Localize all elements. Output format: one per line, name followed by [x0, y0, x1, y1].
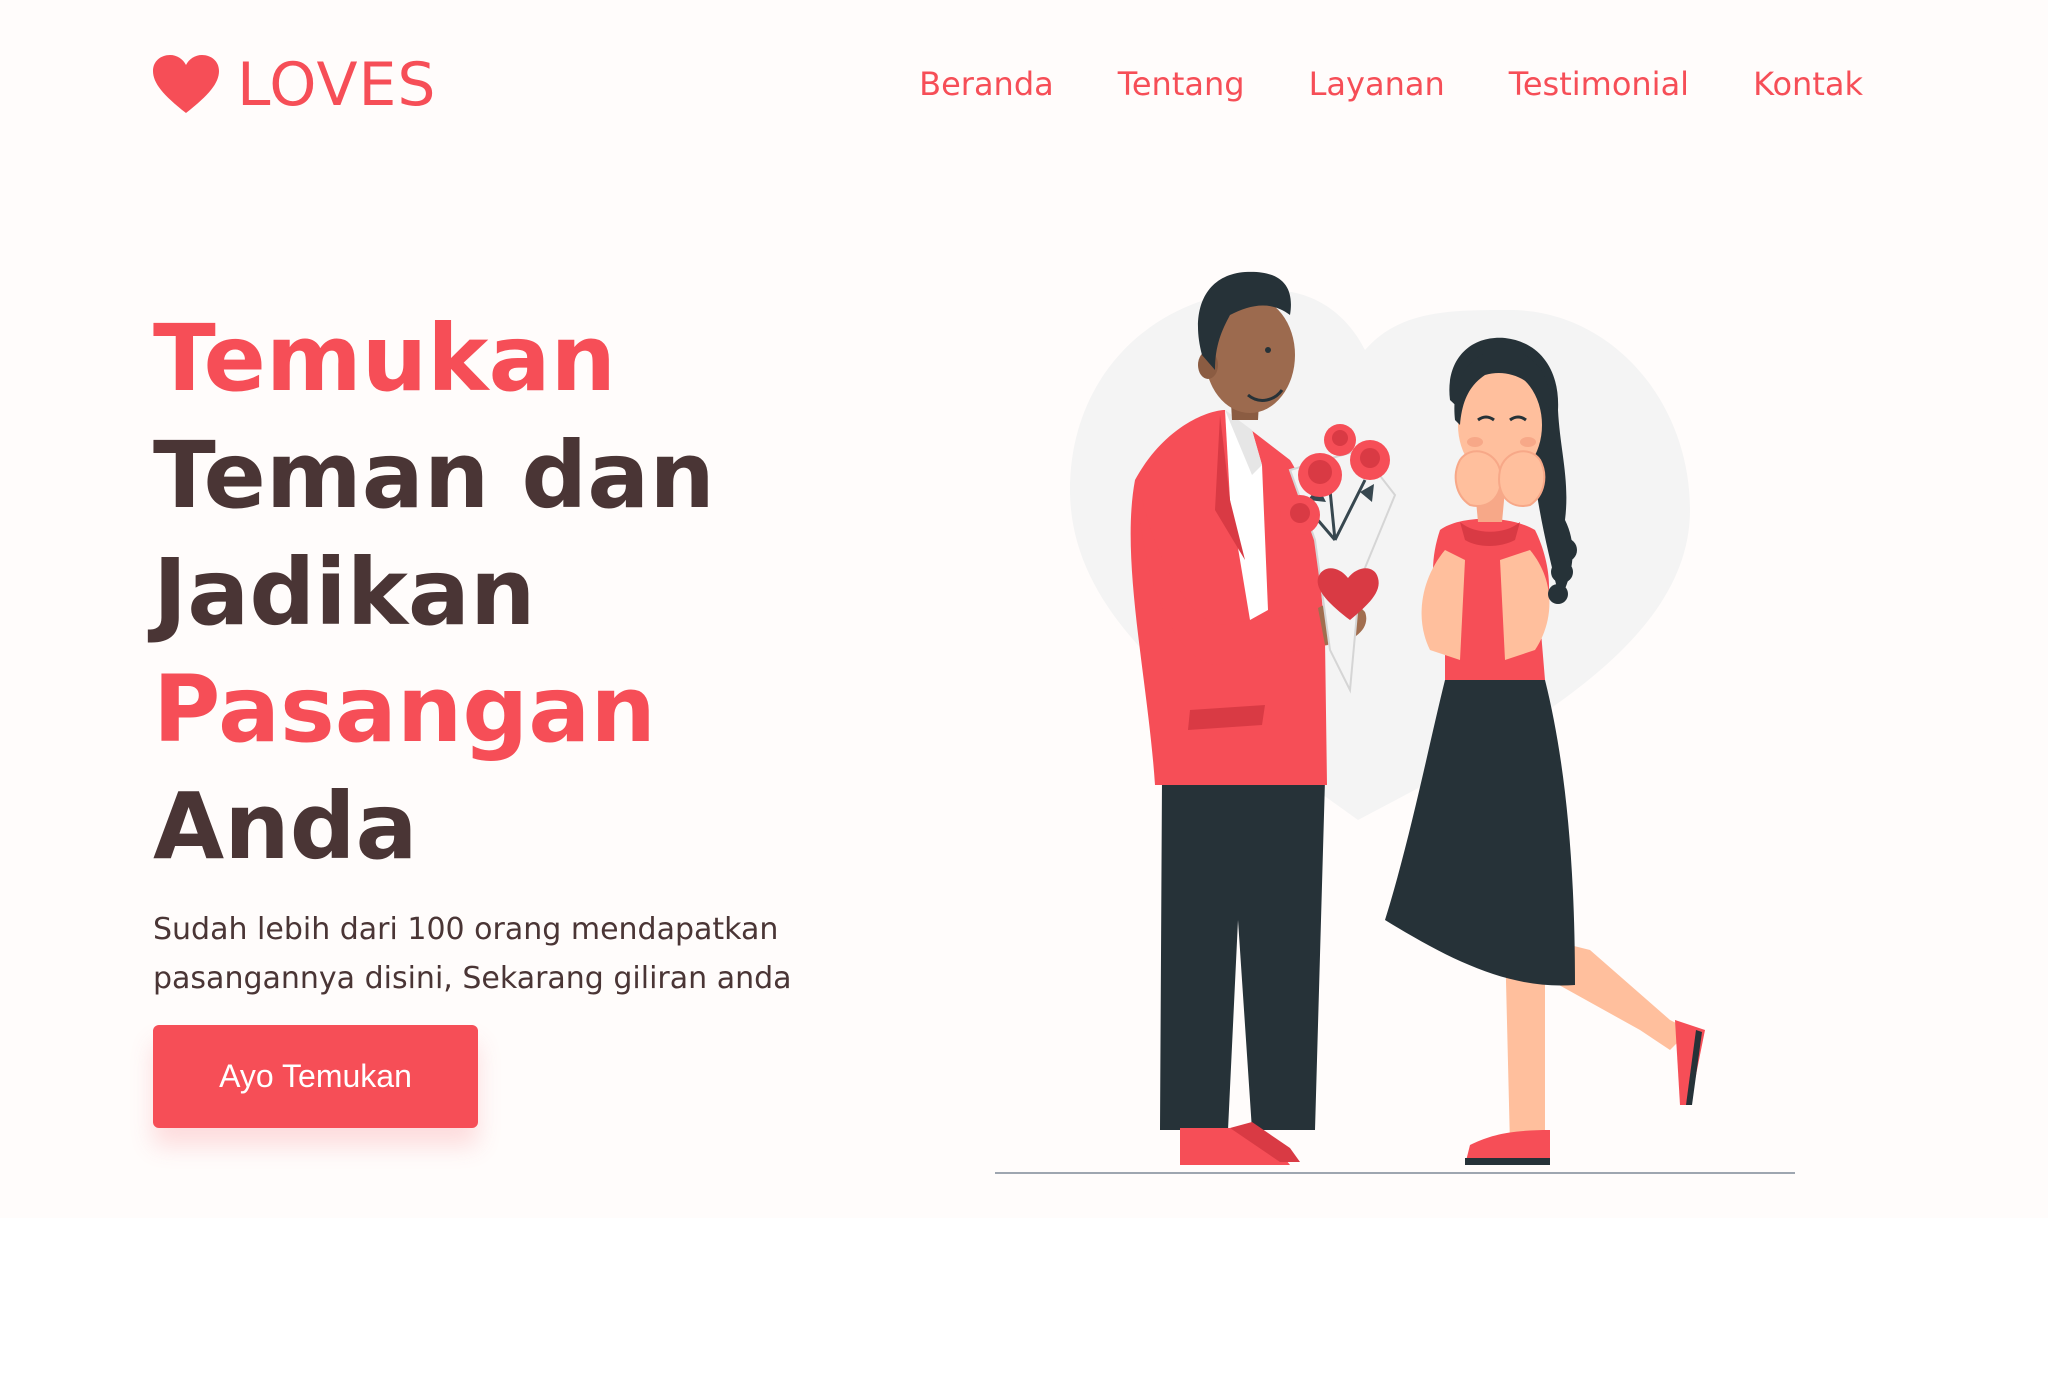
nav-link-layanan[interactable]: Layanan — [1309, 62, 1445, 106]
couple-illustration — [995, 271, 1795, 1174]
headline-line-4: Pasangan — [153, 656, 656, 763]
brand-logo[interactable]: LOVES — [153, 52, 437, 118]
headline-line-1: Temukan — [153, 305, 617, 412]
headline-line-5: Anda — [153, 773, 418, 880]
headline-line-2: Teman dan — [153, 422, 715, 529]
hero-headline: Temukan Teman dan Jadikan Pasangan Anda — [153, 300, 715, 885]
nav-link-tentang[interactable]: Tentang — [1118, 62, 1245, 106]
headline-line-3: Jadikan — [153, 539, 536, 646]
nav-link-beranda[interactable]: Beranda — [919, 62, 1054, 106]
hero-subtitle: Sudah lebih dari 100 orang mendapatkan p… — [153, 912, 792, 996]
heart-icon — [153, 55, 219, 113]
nav-link-testimonial[interactable]: Testimonial — [1509, 62, 1689, 106]
main-nav: Beranda Tentang Layanan Testimonial Kont… — [919, 62, 1863, 106]
nav-link-kontak[interactable]: Kontak — [1753, 62, 1863, 106]
brand-name: LOVES — [237, 50, 437, 120]
cta-button[interactable]: Ayo Temukan — [153, 1025, 478, 1128]
